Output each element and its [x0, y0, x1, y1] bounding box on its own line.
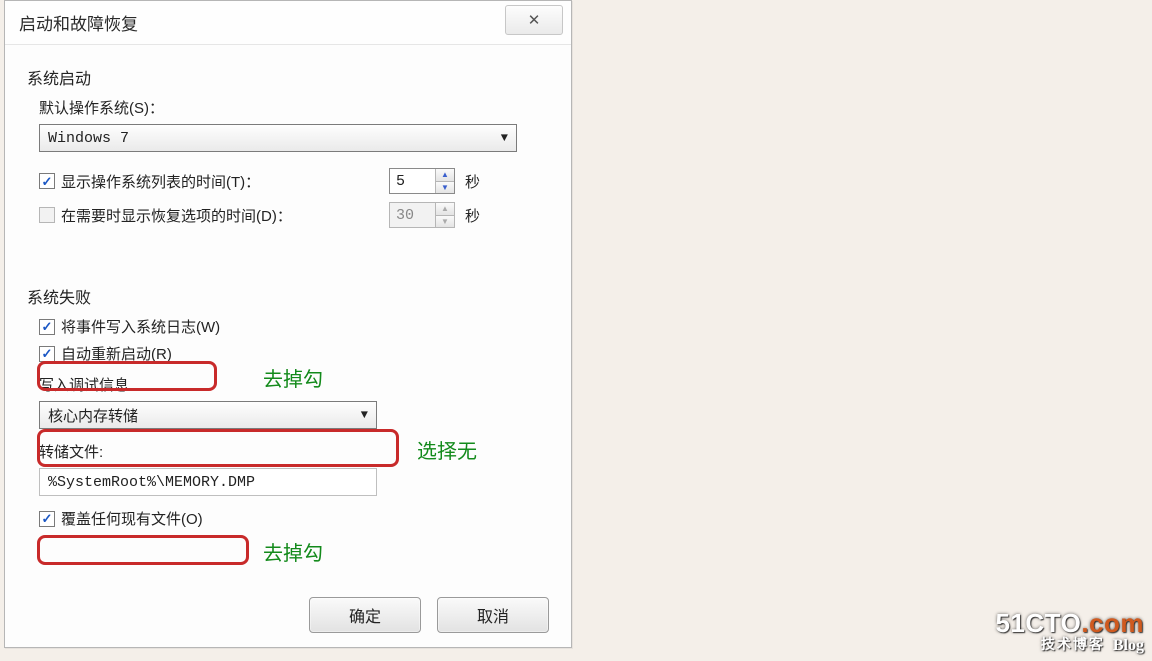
seconds-unit: 秒 [465, 171, 480, 192]
close-icon: ✕ [528, 11, 541, 29]
show-recovery-seconds-value: 30 [390, 203, 435, 227]
watermark: 51CTO.com 技术博客 Blog [995, 609, 1144, 655]
watermark-sub-en: Blog [1113, 637, 1144, 655]
spinner-down-icon[interactable]: ▼ [436, 182, 454, 194]
overwrite-existing-checkbox[interactable] [39, 511, 55, 527]
watermark-sub-cn: 技术博客 [1041, 637, 1105, 655]
dialog-titlebar: 启动和故障恢复 ✕ [5, 1, 571, 45]
cancel-button[interactable]: 取消 [437, 597, 549, 633]
default-os-dropdown[interactable]: Windows 7 ▼ [39, 124, 517, 152]
overwrite-existing-label: 覆盖任何现有文件(O) [61, 508, 203, 529]
dump-file-input[interactable]: %SystemRoot%\MEMORY.DMP [39, 468, 377, 496]
show-os-list-seconds-value: 5 [390, 169, 435, 193]
ok-button[interactable]: 确定 [309, 597, 421, 633]
auto-restart-checkbox[interactable] [39, 346, 55, 362]
chevron-down-icon: ▼ [501, 131, 508, 145]
startup-and-recovery-dialog: 启动和故障恢复 ✕ 系统启动 默认操作系统(S)： Windows 7 ▼ 显示… [4, 0, 572, 648]
spinner-up-icon: ▲ [436, 203, 454, 216]
system-startup-heading: 系统启动 [27, 65, 549, 89]
dump-file-value: %SystemRoot%\MEMORY.DMP [48, 474, 255, 491]
spinner-up-icon[interactable]: ▲ [436, 169, 454, 182]
watermark-domain: .com [1081, 608, 1144, 638]
dialog-button-row: 确定 取消 [309, 597, 549, 633]
dialog-title: 启动和故障恢复 [19, 10, 138, 35]
show-recovery-seconds-spinner: 30 ▲ ▼ [389, 202, 455, 228]
write-event-log-checkbox[interactable] [39, 319, 55, 335]
seconds-unit: 秒 [465, 205, 480, 226]
default-os-value: Windows 7 [48, 130, 129, 147]
show-os-list-label: 显示操作系统列表的时间(T)： [61, 171, 389, 192]
debug-info-heading: 写入调试信息 [39, 374, 549, 395]
show-recovery-checkbox[interactable] [39, 207, 55, 223]
dump-type-dropdown[interactable]: 核心内存转储 ▼ [39, 401, 377, 429]
show-os-list-checkbox[interactable] [39, 173, 55, 189]
show-os-list-seconds-spinner[interactable]: 5 ▲ ▼ [389, 168, 455, 194]
dump-file-label: 转储文件: [39, 441, 549, 462]
spinner-down-icon: ▼ [436, 216, 454, 228]
show-recovery-label: 在需要时显示恢复选项的时间(D)： [61, 205, 389, 226]
watermark-brand: 51CTO [995, 608, 1081, 638]
system-failure-heading: 系统失败 [27, 284, 549, 308]
dump-type-value: 核心内存转储 [48, 405, 138, 426]
write-event-log-label: 将事件写入系统日志(W) [61, 316, 220, 337]
default-os-label: 默认操作系统(S)： [39, 97, 549, 118]
chevron-down-icon: ▼ [361, 408, 368, 422]
auto-restart-label: 自动重新启动(R) [61, 343, 172, 364]
close-button[interactable]: ✕ [505, 5, 563, 35]
